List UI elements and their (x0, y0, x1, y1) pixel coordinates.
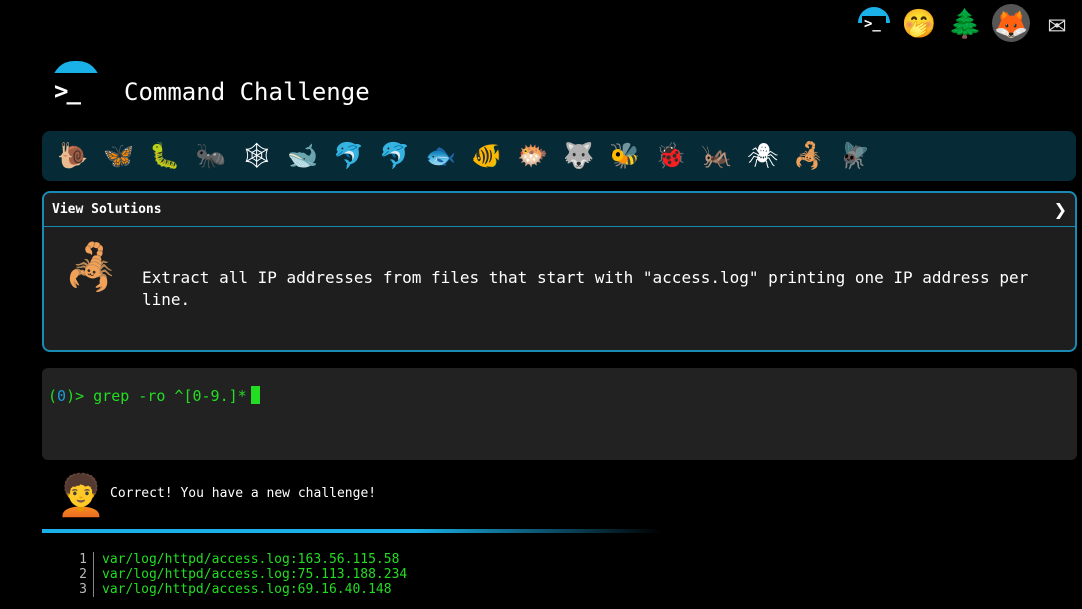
scorpion-icon: 🦂 (64, 242, 119, 293)
butterfly-icon[interactable]: 🦋 (96, 141, 142, 171)
progress-bar (42, 529, 662, 533)
envelope-icon[interactable]: ✉ (1038, 4, 1076, 42)
terminal-logo-icon[interactable]: >_ (856, 4, 892, 42)
whale-icon[interactable]: 🐋 (280, 141, 326, 171)
caterpillar-icon[interactable]: 🐛 (142, 141, 188, 171)
spider-web-icon[interactable]: 🕸 (234, 141, 280, 171)
output-line: 2 var/log/httpd/access.log:75.113.188.23… (70, 567, 407, 582)
command-text[interactable]: grep -ro ^[0-9.]* (93, 387, 247, 405)
avatar: 🧑‍🦱 (56, 473, 106, 519)
blowfish-icon[interactable]: 🐡 (510, 141, 556, 171)
prompt-open: ( (48, 387, 58, 405)
line-text: var/log/httpd/access.log:69.16.40.148 (102, 582, 392, 597)
logo-prompt-icon: >_ (54, 77, 81, 105)
shushing-face-icon[interactable]: 🤭 (900, 4, 938, 42)
fly-icon[interactable]: 🪰 (832, 141, 878, 171)
scorpion-icon[interactable]: 🦂 (786, 141, 832, 171)
gitlab-icon[interactable]: 🦊 (992, 4, 1030, 42)
ant-icon[interactable]: 🐜 (188, 141, 234, 171)
top-icon-bar: >_ 🤭 🌲 🦊 ✉ (856, 4, 1076, 42)
dolphin-icon[interactable]: 🐬 (326, 141, 372, 171)
terminal-input[interactable]: (0)> grep -ro ^[0-9.]* (42, 368, 1077, 460)
terminal-cursor (250, 386, 260, 404)
spider-icon[interactable]: 🕷 (740, 141, 786, 171)
chevron-right-icon[interactable]: ❯ (1054, 200, 1067, 219)
output-line: 1 var/log/httpd/access.log:163.56.115.58 (70, 552, 407, 567)
tropical-fish-icon[interactable]: 🐠 (464, 141, 510, 171)
line-number: 3 (70, 582, 94, 597)
output-line: 3 var/log/httpd/access.log:69.16.40.148 (70, 582, 407, 597)
prompt-count: 0 (57, 387, 67, 405)
dolphin-grey-icon[interactable]: 🐬 (372, 141, 418, 171)
challenge-panel: View Solutions ❯ 🦂 Extract all IP addres… (42, 191, 1077, 352)
line-text: var/log/httpd/access.log:75.113.188.234 (102, 567, 408, 582)
command-output: 1 var/log/httpd/access.log:163.56.115.58… (70, 552, 407, 597)
cricket-icon[interactable]: 🦗 (694, 141, 740, 171)
view-solutions-label[interactable]: View Solutions (52, 202, 162, 217)
prompt-close: )> (66, 387, 94, 405)
result-message: Correct! You have a new challenge! (110, 486, 377, 501)
line-number: 1 (70, 552, 94, 567)
wolf-icon[interactable]: 🐺 (556, 141, 602, 171)
challenge-animal-bar: 🐌 🦋 🐛 🐜 🕸 🐋 🐬 🐬 🐟 🐠 🐡 🐺 🐝 🐞 🦗 🕷 🦂 🪰 (42, 131, 1076, 181)
view-solutions-header[interactable]: View Solutions ❯ (44, 193, 1075, 227)
bee-icon[interactable]: 🐝 (602, 141, 648, 171)
fish-icon[interactable]: 🐟 (418, 141, 464, 171)
challenge-description: Extract all IP addresses from files that… (142, 268, 1029, 309)
line-number: 2 (70, 567, 94, 582)
page-title: Command Challenge (124, 78, 370, 106)
tree-icon[interactable]: 🌲 (946, 4, 984, 42)
line-text: var/log/httpd/access.log:163.56.115.58 (102, 552, 400, 567)
ladybug-icon[interactable]: 🐞 (648, 141, 694, 171)
app-logo[interactable]: >_ (50, 61, 102, 113)
snail-icon[interactable]: 🐌 (50, 141, 96, 171)
terminal-logo-glyph: >_ (862, 16, 886, 38)
